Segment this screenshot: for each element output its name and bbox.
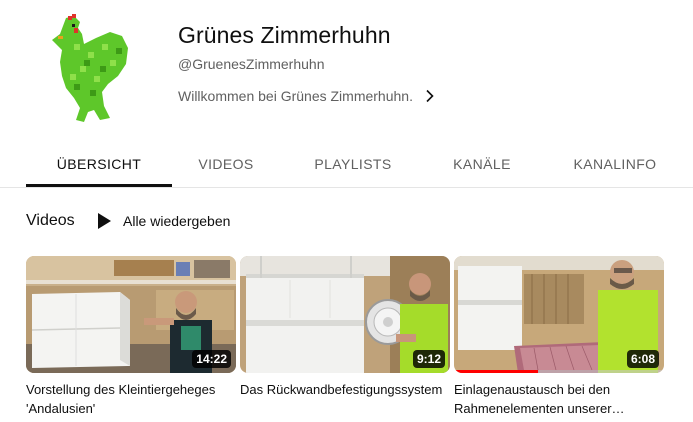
play-all-label: Alle wiedergeben (123, 213, 231, 229)
tab-videos[interactable]: VIDEOS (188, 140, 264, 187)
video-card[interactable]: 6:08 Einlagenaustausch bei den Rahmenele… (454, 256, 664, 418)
chevron-right-icon (426, 89, 434, 103)
video-duration: 6:08 (626, 350, 659, 368)
play-icon (98, 213, 111, 229)
video-title[interactable]: Vorstellung des Kleintiergeheges 'Andalu… (26, 380, 236, 418)
video-card[interactable]: 9:12 Das Rückwandbefestigungssystem (240, 256, 450, 399)
green-chicken-logo-icon (52, 14, 128, 122)
channel-avatar[interactable] (44, 14, 136, 126)
video-thumbnail[interactable]: 14:22 (26, 256, 236, 373)
channel-tabs: ÜBERSICHT VIDEOS PLAYLISTS KANÄLE KANALI… (0, 140, 693, 188)
tab-overview[interactable]: ÜBERSICHT (26, 140, 172, 187)
play-all-button[interactable]: Alle wiedergeben (96, 210, 230, 232)
video-title[interactable]: Das Rückwandbefestigungssystem (240, 380, 450, 399)
tab-playlists[interactable]: PLAYLISTS (306, 140, 400, 187)
active-tab-indicator (26, 184, 172, 187)
video-thumbnail[interactable]: 6:08 (454, 256, 664, 373)
tab-about[interactable]: KANALINFO (566, 140, 664, 187)
watch-progress-fill (454, 370, 538, 373)
video-duration: 14:22 (192, 350, 231, 368)
watch-progress-bar (454, 370, 664, 373)
section-title: Videos (26, 212, 75, 229)
video-duration: 9:12 (412, 350, 445, 368)
channel-description[interactable]: Willkommen bei Grünes Zimmerhuhn. (178, 88, 437, 104)
channel-name: Grünes Zimmerhuhn (178, 22, 391, 48)
video-title[interactable]: Einlagenaustausch bei den Rahmenelemente… (454, 380, 664, 418)
video-thumbnail[interactable]: 9:12 (240, 256, 450, 373)
channel-handle: @GruenesZimmerhuhn (178, 56, 325, 72)
video-card[interactable]: 14:22 Vorstellung des Kleintiergeheges '… (26, 256, 236, 418)
channel-description-text: Willkommen bei Grünes Zimmerhuhn. (178, 88, 413, 104)
tab-channels[interactable]: KANÄLE (446, 140, 518, 187)
